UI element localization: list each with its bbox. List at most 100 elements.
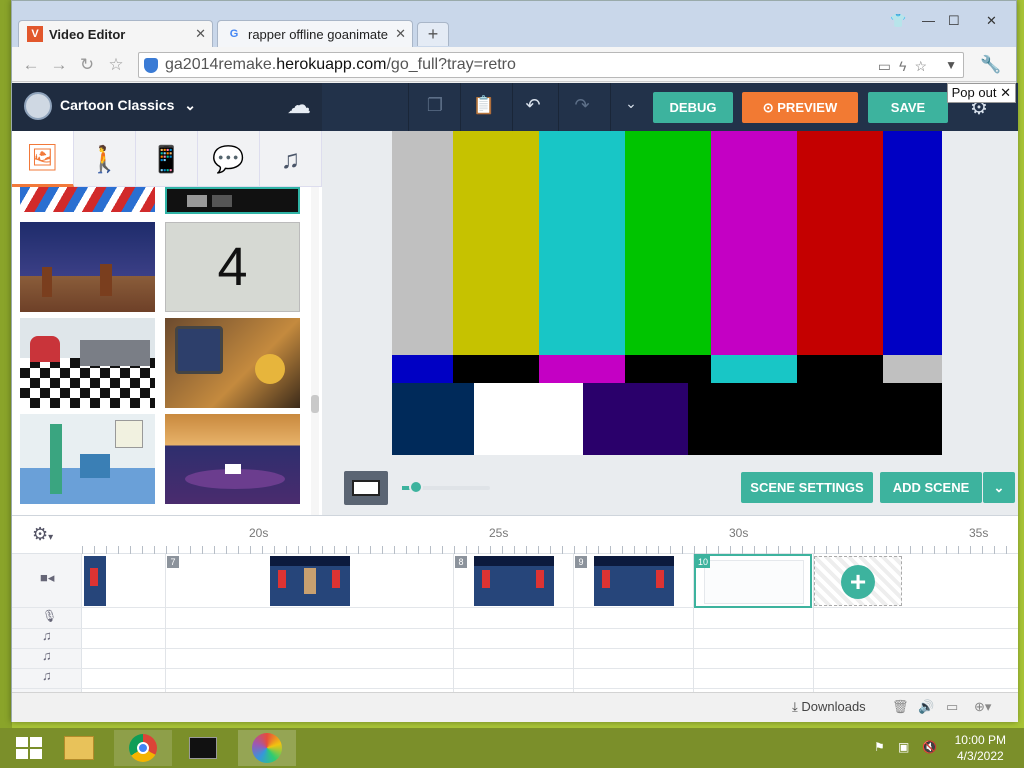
tab-characters[interactable]: 🚶 (74, 131, 136, 187)
downloads-button[interactable]: ⤓ Downloads (792, 699, 866, 715)
close-icon[interactable]: ✕ (195, 26, 206, 42)
zoom-icon[interactable]: ⊕▾ (974, 699, 991, 715)
scene-clip[interactable] (84, 556, 106, 606)
theme-header: Cartoon Classics ⌄ ☁ (12, 83, 322, 131)
app-button[interactable] (238, 730, 296, 766)
clock[interactable]: 10:00 PM 4/3/2022 (955, 732, 1006, 764)
bar-green (625, 131, 711, 355)
color-bars-scene[interactable] (392, 131, 942, 455)
background-thumbnail[interactable] (20, 222, 155, 312)
tab-rapper-search[interactable]: G rapper offline goanimate ✕ (217, 20, 413, 47)
windows-logo-icon (16, 737, 42, 759)
preview-button[interactable]: ⊙ PREVIEW (742, 92, 858, 123)
reload-icon[interactable]: ↻ (76, 54, 98, 76)
back-icon[interactable]: ← (20, 54, 42, 76)
microphone-icon: 🎙 (42, 609, 58, 623)
scene-clip[interactable] (474, 556, 554, 606)
copy-icon[interactable]: ❐ (420, 95, 450, 119)
screen-icon (352, 480, 380, 496)
clock-date: 4/3/2022 (956, 749, 1004, 763)
shirt-icon[interactable]: 👕 (890, 13, 906, 29)
add-scene-slot[interactable]: + (814, 556, 902, 606)
save-button[interactable]: SAVE (868, 92, 948, 123)
scene-divider (165, 554, 166, 693)
bookmark-star-icon[interactable]: ☆ (105, 54, 127, 76)
maximize-icon[interactable]: ☐ (948, 13, 960, 29)
download-icon: ⤓ (792, 699, 802, 714)
redo-icon[interactable]: ↷ (567, 95, 597, 119)
background-thumbnail[interactable] (165, 414, 300, 504)
close-icon[interactable]: ✕ (1000, 85, 1011, 100)
close-icon[interactable]: ✕ (395, 26, 406, 42)
timeline: ⚙▾ 20s 25s 30s 35s ■◂ 🎙 ♫ ♫ ♫ 7 8 9 10 + (12, 515, 1018, 693)
address-prefix: ga2014remake. (165, 56, 277, 73)
pluge-white (474, 383, 583, 455)
file-explorer-button[interactable] (50, 730, 108, 766)
zoom-slider-handle[interactable] (409, 480, 423, 494)
bar-magenta (711, 131, 797, 355)
tick-label: 35s (969, 526, 989, 540)
bar-blue (883, 131, 942, 355)
music-note-icon: ♫ (42, 628, 52, 643)
flag-icon[interactable]: ⚑ (874, 740, 885, 754)
close-window-icon[interactable]: ✕ (986, 13, 997, 29)
library-scroll-thumb[interactable] (311, 395, 319, 413)
volume-icon[interactable]: 🔇 (922, 740, 937, 754)
wrench-icon[interactable]: 🔧 (980, 54, 1002, 76)
tab-props[interactable]: 📱 (136, 131, 198, 187)
terminal-button[interactable] (174, 730, 232, 766)
tab-backgrounds[interactable]: 🖼 (12, 131, 74, 187)
address-bar[interactable]: ga2014remake.herokuapp.com/go_full?tray=… (138, 52, 964, 78)
scene-clip[interactable] (594, 556, 674, 606)
lightning-icon[interactable]: ϟ (899, 58, 906, 74)
upload-cloud-icon[interactable]: ☁ (282, 91, 316, 121)
chevron-down-icon[interactable]: ⌄ (616, 95, 646, 119)
background-thumbnail[interactable] (165, 318, 300, 408)
screen-block-icon[interactable]: ▭ (878, 58, 891, 74)
add-scene-dropdown[interactable]: ⌄ (983, 472, 1015, 503)
debug-button[interactable]: DEBUG (653, 92, 733, 123)
chrome-icon (129, 734, 157, 762)
dropdown-icon[interactable]: ▼ (945, 53, 957, 77)
star-icon[interactable]: ☆ (914, 58, 927, 74)
background-thumbnail[interactable] (20, 318, 155, 408)
background-thumbnail[interactable] (20, 414, 155, 504)
track-divider (12, 607, 1018, 608)
music-note-icon: ♫ (42, 668, 52, 683)
pop-out-button[interactable]: Pop out ✕ (946, 83, 1016, 103)
scene-thumbnail-toggle[interactable] (344, 471, 388, 505)
divider (460, 83, 461, 131)
pluge-purple (583, 383, 688, 455)
library-scrollbar[interactable] (311, 187, 319, 515)
tab-text[interactable]: 💬 (198, 131, 260, 187)
background-thumbnail[interactable] (20, 187, 155, 212)
downloads-label: Downloads (801, 699, 866, 714)
speaker-icon[interactable]: 🔊 (918, 699, 934, 715)
tab-sound[interactable]: ♫ (260, 131, 322, 187)
music-note-icon: ♫ (42, 648, 52, 663)
selected-scene-clip[interactable] (694, 554, 812, 608)
clock-time: 10:00 PM (954, 733, 1006, 747)
strip-black (625, 355, 711, 383)
scene-settings-button[interactable]: SCENE SETTINGS (741, 472, 873, 503)
address-icons: ▭ ϟ ☆ (870, 54, 927, 78)
trash-icon[interactable]: 🗑 (892, 699, 909, 715)
undo-icon[interactable]: ↶ (518, 95, 548, 119)
scene-clip[interactable] (270, 556, 350, 606)
address-host: herokuapp.com (276, 56, 387, 73)
add-scene-button[interactable]: ADD SCENE (880, 472, 982, 503)
background-thumbnail[interactable]: 4 (165, 222, 300, 312)
background-thumbnail[interactable] (165, 187, 300, 214)
minimize-icon[interactable]: — (922, 13, 935, 28)
paste-icon[interactable]: 📋 (469, 95, 499, 119)
window-icon[interactable]: ▭ (946, 699, 958, 715)
divider (512, 83, 513, 131)
chrome-button[interactable] (114, 730, 172, 766)
add-icon[interactable]: + (841, 565, 875, 599)
network-icon[interactable]: ▣ (898, 740, 909, 754)
forward-icon[interactable]: → (48, 54, 70, 76)
tab-video-editor[interactable]: V Video Editor ✕ (18, 20, 213, 47)
new-tab-button[interactable]: + (417, 22, 449, 46)
theme-selector[interactable]: Cartoon Classics ⌄ (60, 97, 196, 114)
timeline-gear-icon[interactable]: ⚙▾ (32, 524, 53, 545)
